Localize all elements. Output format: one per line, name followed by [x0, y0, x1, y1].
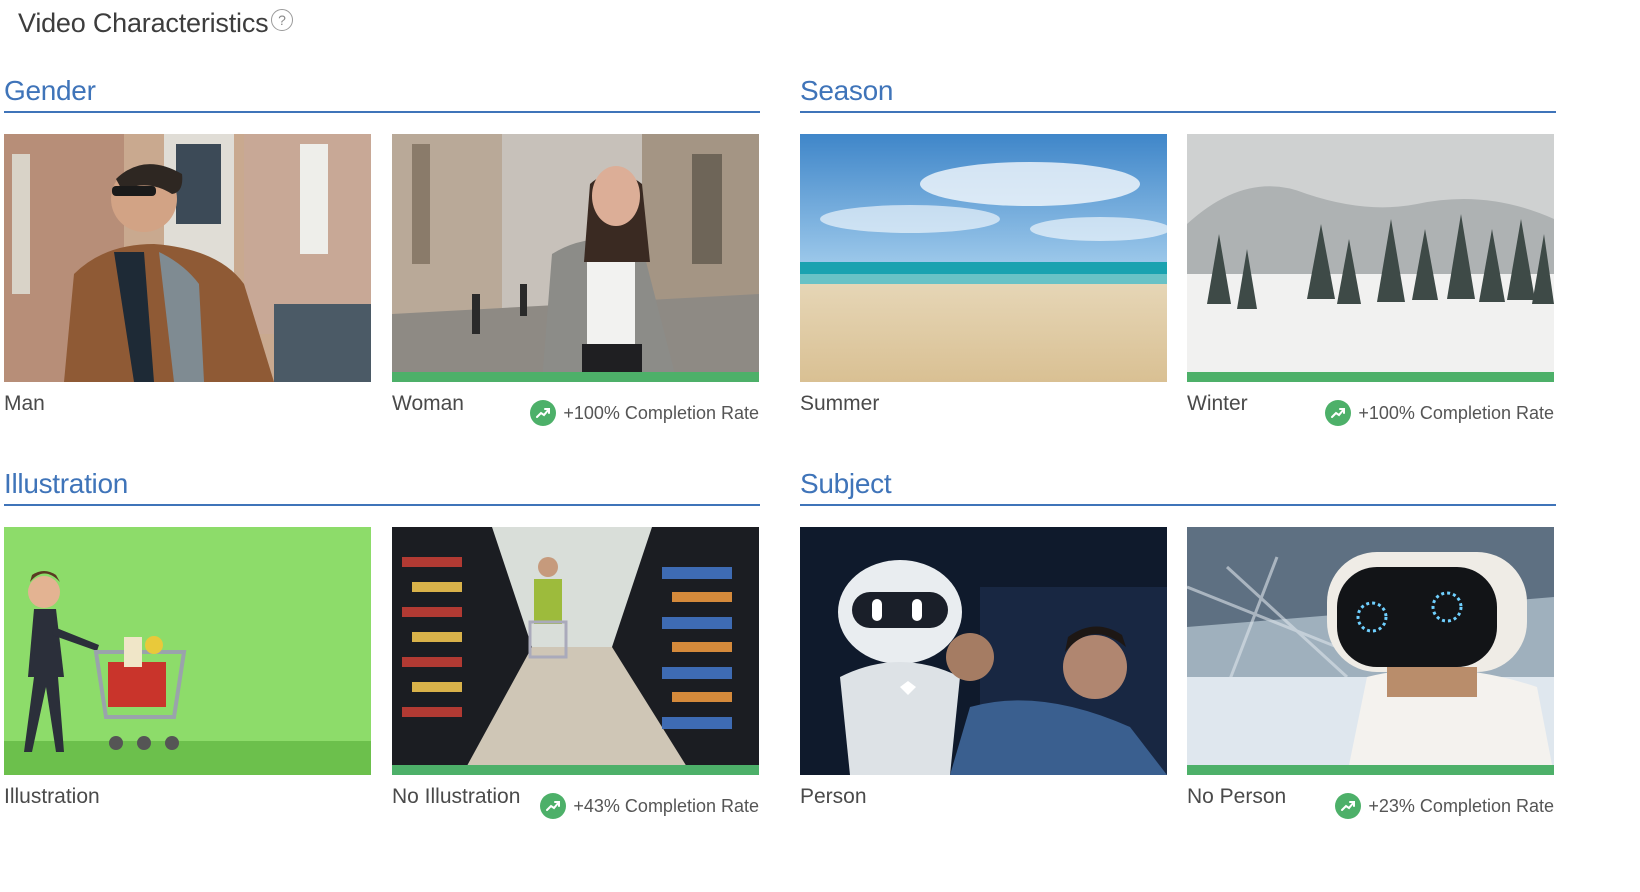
thumbnail-woman[interactable] — [392, 134, 759, 382]
section-divider — [4, 111, 760, 113]
section-divider — [800, 111, 1556, 113]
trending-up-icon — [1325, 400, 1352, 426]
card-label: Man — [4, 392, 45, 415]
winner-bar — [1187, 765, 1554, 775]
section-divider — [800, 504, 1556, 506]
completion-rate: +43% Completion Rate — [540, 793, 759, 819]
section-title: Illustration — [4, 468, 129, 499]
card-label: No Illustration — [392, 785, 521, 808]
card-man[interactable]: Man — [4, 134, 371, 415]
card-label: Summer — [800, 392, 880, 415]
section-subject: Subject Person No Person +23% Completion… — [800, 467, 1556, 819]
completion-rate: +23% Completion Rate — [1335, 793, 1554, 819]
question-circle-icon[interactable]: ? — [271, 9, 293, 31]
card-label: Winter — [1187, 392, 1248, 415]
completion-rate-text: +100% Completion Rate — [563, 402, 759, 423]
card-winter[interactable]: Winter +100% Completion Rate — [1187, 134, 1554, 426]
section-gender: Gender Man Woman +100% Completion Rate — [4, 74, 760, 426]
winner-bar — [392, 765, 759, 775]
card-label: Person — [800, 785, 867, 808]
card-no-person[interactable]: No Person +23% Completion Rate — [1187, 527, 1554, 819]
completion-rate-text: +43% Completion Rate — [573, 795, 759, 816]
card-label: Woman — [392, 392, 464, 415]
card-summer[interactable]: Summer — [800, 134, 1167, 415]
card-person[interactable]: Person — [800, 527, 1167, 808]
trending-up-icon — [1335, 793, 1362, 819]
card-woman[interactable]: Woman +100% Completion Rate — [392, 134, 759, 426]
section-season: Season Summer Winter +100% Completion Ra… — [800, 74, 1556, 426]
completion-rate: +100% Completion Rate — [530, 400, 759, 426]
trending-up-icon — [540, 793, 567, 819]
section-title: Season — [800, 75, 894, 106]
completion-rate-text: +23% Completion Rate — [1368, 795, 1554, 816]
section-title: Subject — [800, 468, 892, 499]
completion-rate: +100% Completion Rate — [1325, 400, 1554, 426]
thumbnail-summer[interactable] — [800, 134, 1167, 382]
completion-rate-text: +100% Completion Rate — [1358, 402, 1554, 423]
thumbnail-no-illustration[interactable] — [392, 527, 759, 775]
thumbnail-winter[interactable] — [1187, 134, 1554, 382]
thumbnail-no-person[interactable] — [1187, 527, 1554, 775]
card-label: No Person — [1187, 785, 1287, 808]
section-divider — [4, 504, 760, 506]
trending-up-icon — [530, 400, 557, 426]
section-illustration: Illustration Illustration No Illustratio… — [4, 467, 760, 819]
card-no-illustration[interactable]: No Illustration +43% Completion Rate — [392, 527, 759, 819]
page-title: Video Characteristics — [18, 8, 269, 38]
thumbnail-illustration[interactable] — [4, 527, 371, 775]
card-illustration[interactable]: Illustration — [4, 527, 371, 808]
winner-bar — [392, 372, 759, 382]
thumbnail-person[interactable] — [800, 527, 1167, 775]
section-title: Gender — [4, 75, 96, 106]
card-label: Illustration — [4, 785, 100, 808]
thumbnail-man[interactable] — [4, 134, 371, 382]
winner-bar — [1187, 372, 1554, 382]
